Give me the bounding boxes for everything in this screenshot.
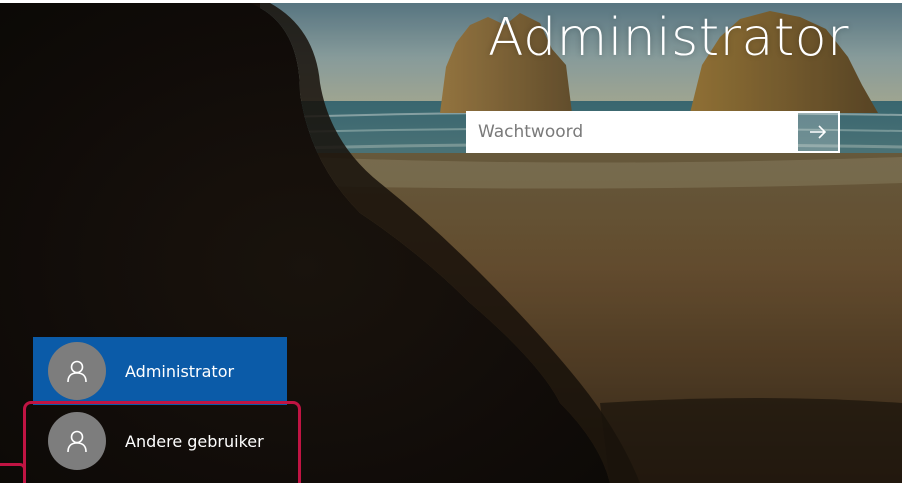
user-switcher: Administrator Andere gebruiker [33, 337, 287, 477]
avatar [48, 412, 106, 470]
user-tile-label: Administrator [125, 361, 235, 381]
password-input[interactable] [466, 111, 798, 153]
user-icon [67, 430, 87, 453]
user-icon [67, 360, 87, 383]
submit-button[interactable] [798, 111, 840, 153]
avatar [48, 342, 106, 400]
user-title: Administrator [488, 8, 849, 68]
windows-lock-screen: Administrator Administrator Andere gebru… [0, 0, 902, 483]
password-field-group [466, 111, 840, 153]
image-border [0, 0, 902, 3]
user-tile-administrator[interactable]: Administrator [33, 337, 287, 405]
user-tile-label: Andere gebruiker [125, 431, 264, 451]
arrow-right-icon [810, 125, 827, 139]
user-tile-other-user[interactable]: Andere gebruiker [33, 407, 287, 475]
